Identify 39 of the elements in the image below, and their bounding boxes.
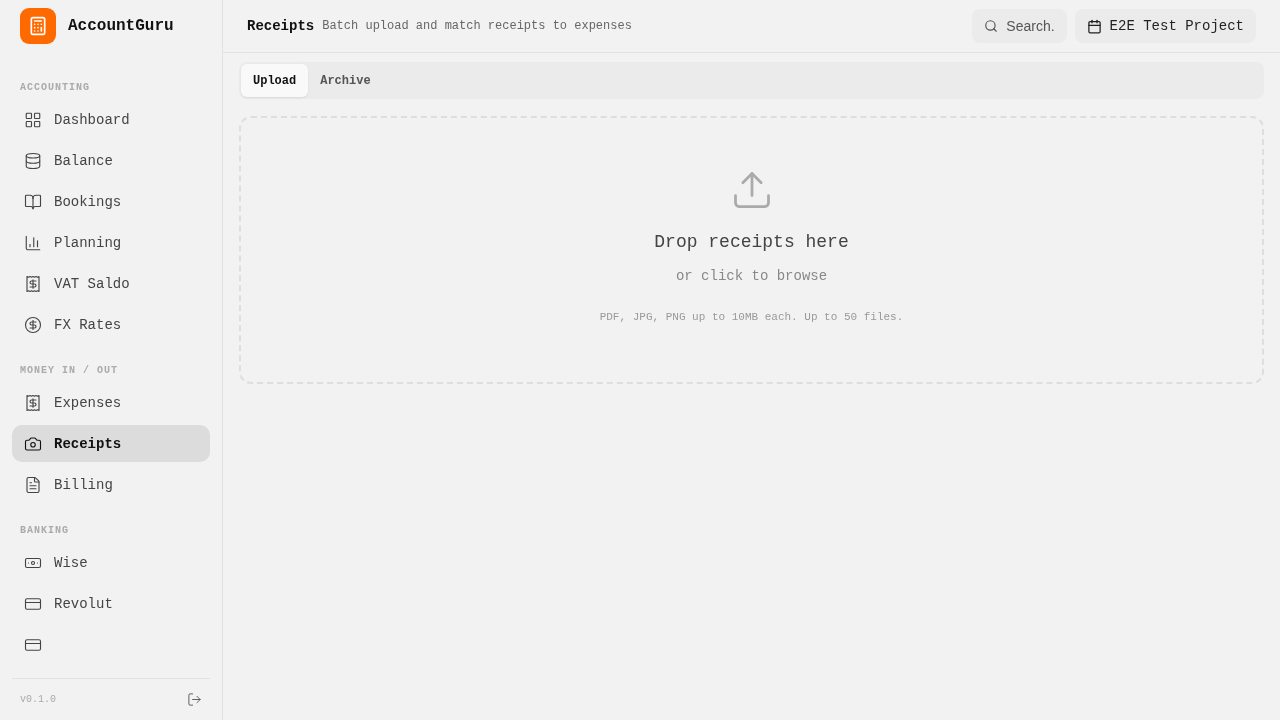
nav-item[interactable]: Billing	[12, 466, 210, 503]
book-icon	[24, 192, 42, 211]
dropzone-title: Drop receipts here	[654, 232, 849, 252]
dropzone[interactable]: Drop receipts here or click to browse PDF, JPG, PNG up to 10MB each. Up to 50 files.	[239, 116, 1264, 384]
database-icon	[24, 151, 42, 170]
version-label: v0.1.0	[20, 694, 56, 705]
bar-chart-icon	[24, 233, 42, 252]
app-name: AccountGuru	[68, 17, 174, 35]
search-icon	[984, 19, 999, 33]
section-title: BANKING	[19, 524, 70, 538]
nav-item[interactable]: VAT Saldo	[12, 265, 210, 302]
calculator-logo-icon	[20, 8, 56, 44]
dollar-icon	[24, 315, 42, 334]
logout-button[interactable]	[187, 692, 202, 707]
nav-item[interactable]: Expenses	[12, 384, 210, 421]
tab[interactable]: Archive	[308, 64, 383, 97]
section-title: MONEY IN / OUT	[19, 364, 119, 378]
grid-icon	[24, 110, 42, 129]
nav-item[interactable]: Balance	[12, 142, 210, 179]
receipt-icon	[24, 274, 42, 293]
calendar-icon	[1086, 18, 1102, 34]
nav-item[interactable]: Bookings	[12, 183, 210, 220]
page-subtitle: Batch upload and match receipts to expenses	[322, 19, 633, 33]
nav-item[interactable]: Planning	[12, 224, 210, 261]
document-icon	[24, 475, 42, 494]
page-title: Receipts	[247, 18, 315, 34]
nav-item[interactable]: Wise	[12, 544, 210, 581]
dropzone-subtitle: or click to browse	[675, 268, 828, 284]
nav-item[interactable]: Revolut	[12, 585, 210, 622]
nav-item[interactable]: Dashboard	[12, 101, 210, 138]
nav-item[interactable]: FX Rates	[12, 306, 210, 343]
camera-icon	[24, 434, 42, 453]
section-title: ACCOUNTING	[19, 81, 91, 95]
dropzone-hint: PDF, JPG, PNG up to 10MB each. Up to 50 files.	[599, 311, 904, 323]
nav-item[interactable]: Receipts	[12, 425, 210, 462]
tab[interactable]: Upload	[241, 64, 309, 97]
receipt-icon	[24, 393, 42, 412]
search-button[interactable]: Search.	[972, 9, 1067, 43]
project-selector[interactable]: E2E Test Project	[1074, 9, 1256, 43]
